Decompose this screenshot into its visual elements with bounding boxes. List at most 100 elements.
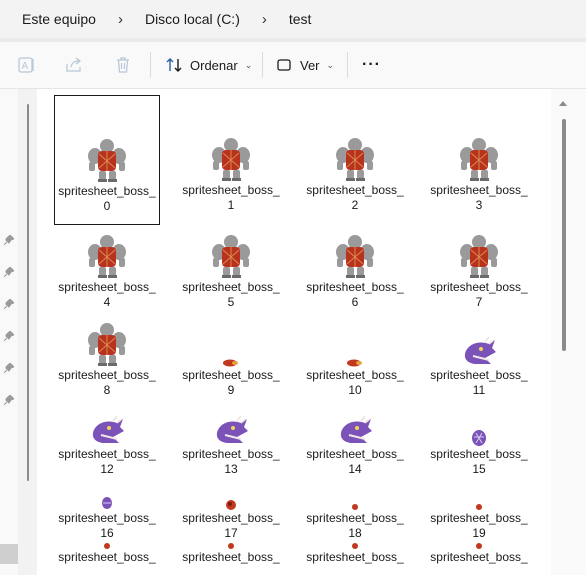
view-label: Ver bbox=[300, 57, 320, 73]
ogre-sprite-icon bbox=[88, 139, 126, 182]
breadcrumb-item-este-equipo[interactable]: Este equipo bbox=[22, 11, 96, 27]
pin-icon[interactable] bbox=[4, 331, 14, 341]
pin-icon[interactable] bbox=[4, 235, 14, 245]
file-item[interactable]: spritesheet_boss_ 19 bbox=[427, 475, 531, 541]
file-item[interactable]: spritesheet_boss_ bbox=[427, 536, 531, 565]
vertical-scrollbar[interactable] bbox=[551, 89, 586, 575]
sort-label: Ordenar bbox=[190, 57, 238, 73]
pane-divider[interactable] bbox=[18, 89, 37, 575]
file-thumbnail bbox=[427, 318, 531, 368]
file-thumbnail bbox=[179, 318, 283, 368]
breadcrumb-item-disco-local[interactable]: Disco local (C:) bbox=[145, 11, 240, 27]
rename-icon[interactable]: A bbox=[17, 55, 37, 75]
pin-icon[interactable] bbox=[4, 267, 14, 277]
file-item[interactable]: spritesheet_boss_ 13 bbox=[179, 407, 283, 477]
sprite-icon bbox=[476, 543, 482, 549]
file-item[interactable]: spritesheet_boss_ 2 bbox=[303, 95, 407, 213]
pin-icon[interactable] bbox=[4, 395, 14, 405]
file-item[interactable]: spritesheet_boss_ 7 bbox=[427, 230, 531, 310]
chevron-down-icon: ⌄ bbox=[244, 59, 253, 70]
svg-text:A: A bbox=[22, 61, 29, 72]
file-thumbnail bbox=[427, 95, 531, 183]
sprite-icon bbox=[104, 543, 110, 549]
file-name-suffix: 8 bbox=[103, 383, 111, 397]
file-name: spritesheet_boss_ bbox=[306, 280, 404, 294]
file-item[interactable]: spritesheet_boss_ 10 bbox=[303, 318, 407, 398]
file-name: spritesheet_boss_ bbox=[182, 280, 280, 294]
view-icon bbox=[277, 59, 291, 71]
file-name: spritesheet_boss_ bbox=[58, 447, 156, 461]
file-item[interactable]: spritesheet_boss_ bbox=[179, 536, 283, 565]
file-item[interactable]: spritesheet_boss_ 12 bbox=[55, 407, 159, 477]
file-thumbnail bbox=[55, 407, 159, 447]
ogre-sprite-icon bbox=[88, 323, 126, 366]
file-name-suffix: 4 bbox=[103, 295, 111, 309]
file-item[interactable]: spritesheet_boss_ 3 bbox=[427, 95, 531, 213]
toolbar-separator bbox=[150, 52, 151, 78]
file-item[interactable]: spritesheet_boss_ 5 bbox=[179, 230, 283, 310]
file-name-suffix: 10 bbox=[348, 383, 362, 397]
file-thumbnail bbox=[55, 96, 159, 184]
file-item[interactable]: spritesheet_boss_ 9 bbox=[179, 318, 283, 398]
file-item[interactable]: spritesheet_boss_ 17 bbox=[179, 475, 283, 541]
sort-button[interactable]: Ordenar ⌄ bbox=[165, 53, 252, 77]
navigation-scrollbar-thumb[interactable] bbox=[27, 104, 29, 481]
file-name: spritesheet_boss_ bbox=[58, 280, 156, 294]
file-item[interactable]: spritesheet_boss_ 4 bbox=[55, 230, 159, 310]
file-thumbnail bbox=[303, 95, 407, 183]
sprite-icon bbox=[228, 543, 234, 549]
file-name-suffix: 11 bbox=[472, 383, 486, 397]
file-item[interactable]: spritesheet_boss_ 0 bbox=[54, 95, 160, 225]
file-thumbnail bbox=[55, 475, 159, 511]
file-thumbnail bbox=[55, 230, 159, 280]
navigation-pane-scrollbar[interactable] bbox=[0, 544, 18, 564]
file-name: spritesheet_boss_ bbox=[306, 511, 404, 525]
file-thumbnail bbox=[303, 230, 407, 280]
file-item[interactable]: spritesheet_boss_ 11 bbox=[427, 318, 531, 398]
pin-icon[interactable] bbox=[4, 363, 14, 373]
file-name: spritesheet_boss_ bbox=[58, 550, 156, 564]
file-item[interactable]: spritesheet_boss_ 1 bbox=[179, 95, 283, 213]
ogre-sprite-icon bbox=[460, 138, 498, 181]
ogre-sprite-icon bbox=[212, 235, 250, 278]
scrollbar-thumb[interactable] bbox=[562, 119, 566, 351]
file-item[interactable]: spritesheet_boss_ bbox=[303, 536, 407, 565]
file-name-suffix: 0 bbox=[103, 199, 111, 213]
file-thumbnail bbox=[427, 407, 531, 447]
file-name: spritesheet_boss_ bbox=[430, 368, 528, 382]
file-name-suffix: 7 bbox=[475, 295, 483, 309]
share-icon[interactable] bbox=[64, 55, 84, 75]
file-name: spritesheet_boss_ bbox=[430, 447, 528, 461]
ogre-sprite-icon bbox=[88, 235, 126, 278]
toolbar-separator bbox=[347, 52, 348, 78]
file-name-suffix: 2 bbox=[351, 198, 359, 212]
sort-icon bbox=[166, 58, 182, 72]
file-name: spritesheet_boss_ bbox=[430, 550, 528, 564]
file-thumbnail bbox=[179, 475, 283, 511]
pin-icon[interactable] bbox=[4, 299, 14, 309]
file-name: spritesheet_boss_ bbox=[58, 184, 156, 198]
chevron-right-icon[interactable]: › bbox=[118, 11, 123, 28]
toolbar-separator bbox=[262, 52, 263, 78]
scroll-up-arrow-icon[interactable] bbox=[559, 101, 567, 106]
more-options-button[interactable]: ··· bbox=[362, 53, 381, 77]
sprite-icon bbox=[223, 359, 238, 367]
file-name: spritesheet_boss_ bbox=[306, 550, 404, 564]
file-name: spritesheet_boss_ bbox=[182, 183, 280, 197]
dragon-sprite-icon bbox=[92, 415, 124, 443]
file-name: spritesheet_boss_ bbox=[306, 368, 404, 382]
delete-icon[interactable] bbox=[113, 55, 133, 75]
file-item[interactable]: spritesheet_boss_ bbox=[55, 536, 159, 565]
view-button[interactable]: Ver ⌄ bbox=[276, 53, 334, 77]
file-item[interactable]: spritesheet_boss_ 8 bbox=[55, 318, 159, 398]
chevron-right-icon[interactable]: › bbox=[262, 11, 267, 28]
file-item[interactable]: spritesheet_boss_ 14 bbox=[303, 407, 407, 477]
file-item[interactable]: spritesheet_boss_ 18 bbox=[303, 475, 407, 541]
file-item[interactable]: spritesheet_boss_ 16 bbox=[55, 475, 159, 541]
command-bar: A Ordenar ⌄ Ver ⌄ ··· bbox=[0, 42, 586, 89]
file-item[interactable]: spritesheet_boss_ 6 bbox=[303, 230, 407, 310]
file-item[interactable]: spritesheet_boss_ 15 bbox=[427, 407, 531, 477]
file-name: spritesheet_boss_ bbox=[58, 368, 156, 382]
breadcrumb-item-test[interactable]: test bbox=[289, 11, 312, 27]
file-thumbnail bbox=[427, 230, 531, 280]
